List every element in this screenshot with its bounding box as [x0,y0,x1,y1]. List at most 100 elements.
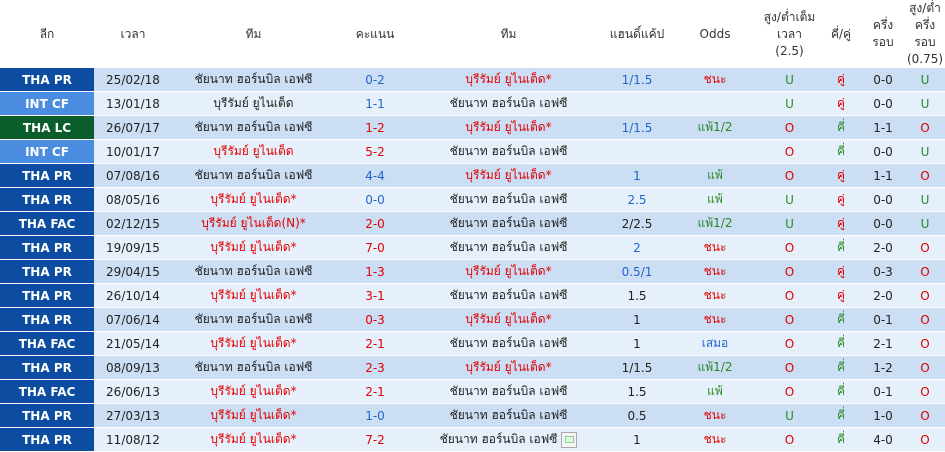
league-cell[interactable]: INT CF [0,139,94,164]
score-cell[interactable]: 7-0 [335,235,415,260]
header-over-under-half-l1: สูง/ต่ำครึ่ง [909,1,941,32]
league-cell[interactable]: THA PR [0,403,94,428]
over-under-half-cell: O [905,403,945,428]
league-cell[interactable]: THA PR [0,163,94,188]
score-cell[interactable]: 2-0 [335,211,415,236]
league-cell[interactable]: THA PR [0,427,94,452]
away-team-cell[interactable]: ชัยนาท ฮอร์นบิล เอฟซี [415,403,602,428]
table-row: THA PR 07/06/14 ชัยนาท ฮอร์นบิล เอฟซี 0-… [0,307,945,332]
home-team-cell[interactable]: บุรีรัมย์ ยูไนเต็ด* [172,283,335,308]
score-cell[interactable]: 2-1 [335,379,415,404]
score-cell[interactable]: 0-2 [335,68,415,92]
odd-even-cell: คู่ [821,68,861,92]
header-home-team: ทีม [245,26,262,41]
odds-result-cell: ชนะ [672,427,758,452]
away-team-cell[interactable]: ชัยนาท ฮอร์นบิล เอฟซี [415,283,602,308]
handicap-cell: 1 [602,307,672,332]
league-cell[interactable]: THA PR [0,235,94,260]
home-team-cell[interactable]: ชัยนาท ฮอร์นบิล เอฟซี [172,115,335,140]
home-team-cell[interactable]: ชัยนาท ฮอร์นบิล เอฟซี [172,355,335,380]
home-team-cell[interactable]: บุรีรัมย์ ยูไนเต็ด* [172,187,335,212]
league-cell[interactable]: THA PR [0,283,94,308]
away-team-cell[interactable]: บุรีรัมย์ ยูไนเต็ด* [415,355,602,380]
half-time-cell: 4-0 [861,427,905,452]
over-under-half-cell: U [905,139,945,164]
league-cell[interactable]: THA PR [0,187,94,212]
league-cell[interactable]: THA PR [0,68,94,92]
table-row: THA LC 26/07/17 ชัยนาท ฮอร์นบิล เอฟซี 1-… [0,115,945,140]
score-cell[interactable]: 0-3 [335,307,415,332]
score-cell[interactable]: 7-2 [335,427,415,452]
home-team-cell[interactable]: ชัยนาท ฮอร์นบิล เอฟซี [172,259,335,284]
league-cell[interactable]: THA PR [0,355,94,380]
score-cell[interactable]: 3-1 [335,283,415,308]
away-team-cell[interactable]: ชัยนาท ฮอร์นบิล เอฟซี [415,427,602,452]
half-time-cell: 2-1 [861,331,905,356]
away-team-cell[interactable]: ชัยนาท ฮอร์นบิล เอฟซี [415,331,602,356]
league-cell[interactable]: INT CF [0,91,94,116]
league-cell[interactable]: THA PR [0,307,94,332]
away-team-cell[interactable]: ชัยนาท ฮอร์นบิล เอฟซี [415,139,602,164]
home-team-cell[interactable]: บุรีรัมย์ ยูไนเต็ด* [172,427,335,452]
odd-even-cell: คี่ [821,115,861,140]
handicap-cell: 1 [602,331,672,356]
home-team-cell[interactable]: บุรีรัมย์ ยูไนเต็ด* [172,379,335,404]
table-row: THA PR 29/04/15 ชัยนาท ฮอร์นบิล เอฟซี 1-… [0,259,945,284]
league-cell[interactable]: THA PR [0,259,94,284]
home-team-cell[interactable]: บุรีรัมย์ ยูไนเต็ด* [172,331,335,356]
away-team-name[interactable]: ชัยนาท ฮอร์นบิล เอฟซี [440,432,558,446]
home-team-cell[interactable]: ชัยนาท ฮอร์นบิล เอฟซี [172,307,335,332]
away-team-cell[interactable]: บุรีรัมย์ ยูไนเต็ด* [415,259,602,284]
score-cell[interactable]: 4-4 [335,163,415,188]
handicap-cell: 1.5 [602,283,672,308]
over-under-cell: U [758,68,821,92]
match-rows: THA PR 25/02/18 ชัยนาท ฮอร์นบิล เอฟซี 0-… [0,68,945,452]
away-team-cell[interactable]: บุรีรัมย์ ยูไนเต็ด* [415,163,602,188]
score-cell[interactable]: 0-0 [335,187,415,212]
home-team-cell[interactable]: บุรีรัมย์ ยูไนเต็ด [172,139,335,164]
half-time-cell: 2-0 [861,235,905,260]
league-cell[interactable]: THA LC [0,115,94,140]
away-team-cell[interactable]: ชัยนาท ฮอร์นบิล เอฟซี [415,379,602,404]
date-cell: 08/05/16 [94,187,172,212]
league-cell[interactable]: THA FAC [0,331,94,356]
home-team-cell[interactable]: บุรีรัมย์ ยูไนเต็ด* [172,235,335,260]
home-team-cell[interactable]: บุรีรัมย์ ยูไนเต็ด [172,91,335,116]
odd-even-cell: คี่ [821,307,861,332]
score-cell[interactable]: 1-3 [335,259,415,284]
score-cell[interactable]: 2-3 [335,355,415,380]
away-team-cell[interactable]: ชัยนาท ฮอร์นบิล เอฟซี [415,187,602,212]
league-cell[interactable]: THA FAC [0,379,94,404]
half-time-cell: 1-2 [861,355,905,380]
score-cell[interactable]: 1-1 [335,91,415,116]
table-row: THA PR 07/08/16 ชัยนาท ฮอร์นบิล เอฟซี 4-… [0,163,945,188]
odds-result-cell: แพ้ [672,163,758,188]
away-team-cell[interactable]: บุรีรัมย์ ยูไนเต็ด* [415,307,602,332]
over-under-cell: O [758,427,821,452]
odds-result-cell: แพ้1/2 [672,211,758,236]
home-team-cell[interactable]: บุรีรัมย์ ยูไนเต็ด(N)* [172,211,335,236]
score-cell[interactable]: 2-1 [335,331,415,356]
odd-even-cell: คู่ [821,283,861,308]
away-team-cell[interactable]: ชัยนาท ฮอร์นบิล เอฟซี [415,235,602,260]
over-under-half-cell: O [905,379,945,404]
league-cell[interactable]: THA FAC [0,211,94,236]
score-cell[interactable]: 5-2 [335,139,415,164]
away-team-cell[interactable]: ชัยนาท ฮอร์นบิล เอฟซี [415,91,602,116]
handicap-cell [602,139,672,164]
table-row: THA FAC 26/06/13 บุรีรัมย์ ยูไนเต็ด* 2-1… [0,379,945,404]
away-team-cell[interactable]: ชัยนาท ฮอร์นบิล เอฟซี [415,211,602,236]
odds-result-cell: แพ้ [672,187,758,212]
away-team-cell[interactable]: บุรีรัมย์ ยูไนเต็ด* [415,115,602,140]
date-cell: 25/02/18 [94,68,172,92]
odds-result-cell: เสมอ [672,331,758,356]
header-odds: Odds [699,26,731,41]
score-cell[interactable]: 1-2 [335,115,415,140]
odds-result-cell: แพ้ [672,379,758,404]
over-under-cell: O [758,283,821,308]
score-cell[interactable]: 1-0 [335,403,415,428]
away-team-cell[interactable]: บุรีรัมย์ ยูไนเต็ด* [415,68,602,92]
home-team-cell[interactable]: ชัยนาท ฮอร์นบิล เอฟซี [172,163,335,188]
home-team-cell[interactable]: ชัยนาท ฮอร์นบิล เอฟซี [172,68,335,92]
home-team-cell[interactable]: บุรีรัมย์ ยูไนเต็ด* [172,403,335,428]
